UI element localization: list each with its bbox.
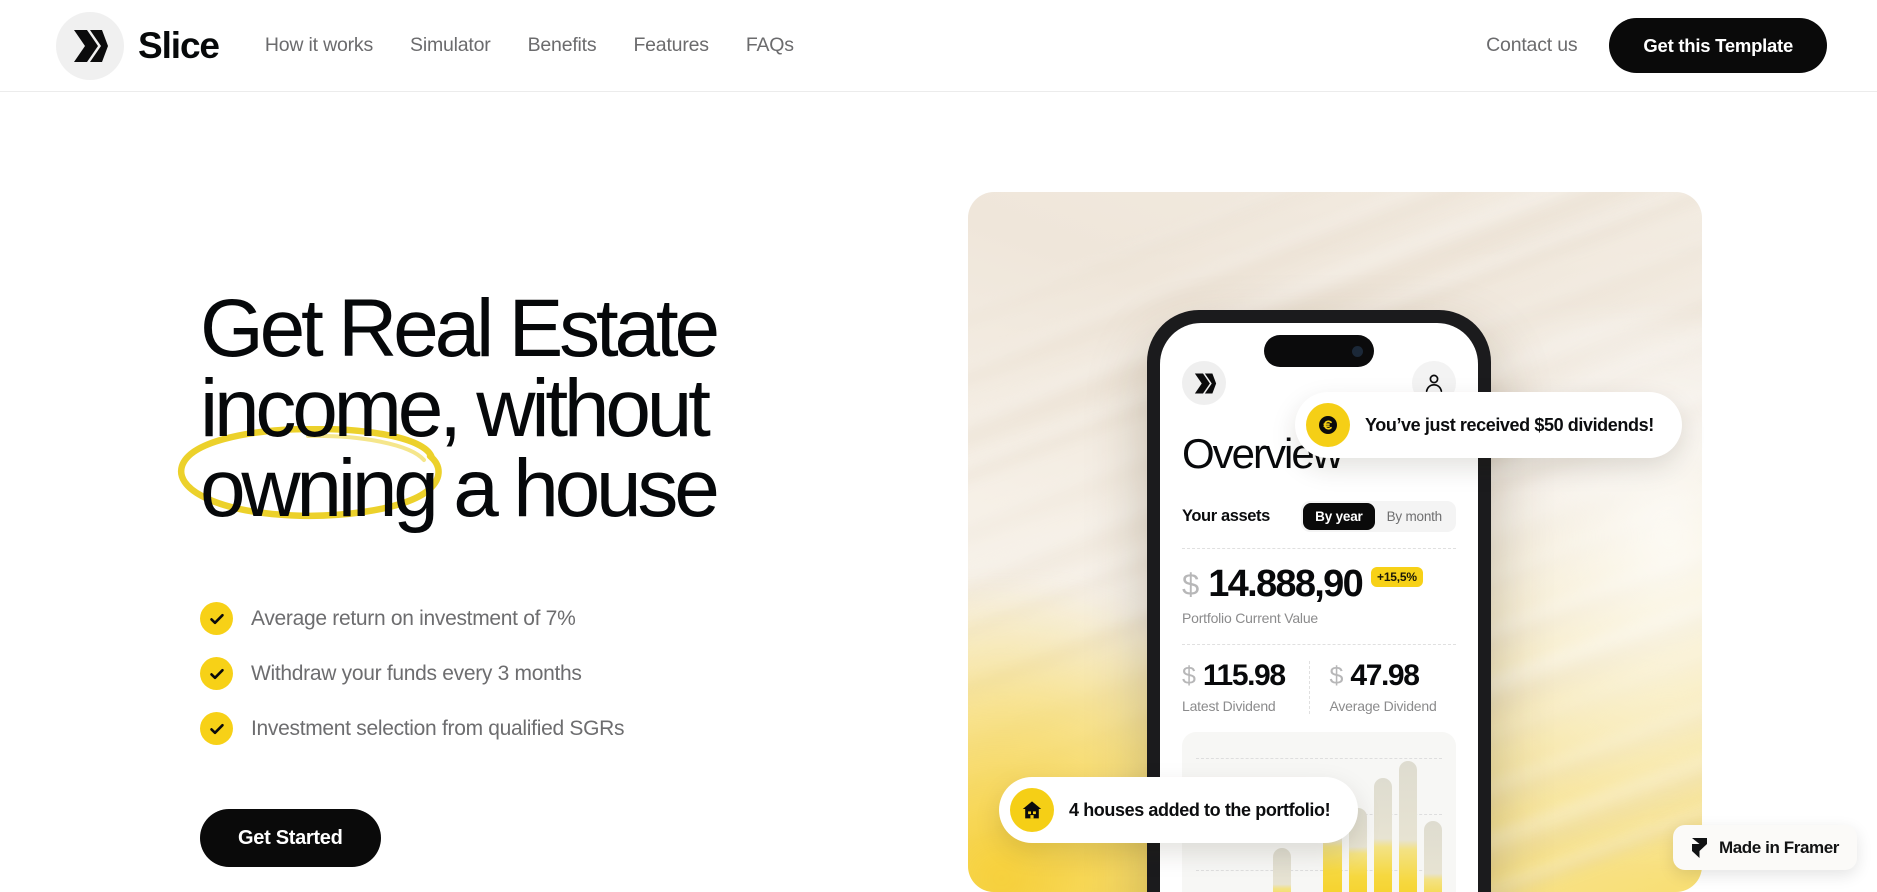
portfolio-value: 14.888,90 bbox=[1208, 563, 1363, 605]
feature-label: Withdraw your funds every 3 months bbox=[251, 661, 582, 685]
nav-link-benefits[interactable]: Benefits bbox=[528, 34, 597, 57]
house-icon bbox=[1010, 788, 1054, 832]
hero-left-column: Get Real Estate income, without owning a… bbox=[177, 288, 920, 867]
stat-value: 47.98 bbox=[1350, 659, 1419, 692]
toggle-by-year[interactable]: By year bbox=[1303, 503, 1375, 530]
range-toggle: By year By month bbox=[1301, 501, 1456, 532]
brand-logo[interactable]: Slice bbox=[56, 11, 220, 80]
framer-logo-icon bbox=[1691, 837, 1708, 858]
headline-line-2: income, without bbox=[177, 368, 920, 519]
chart-bar-fill bbox=[1423, 821, 1442, 892]
stats-row: $ 115.98 Latest Dividend $ 47.98 Average… bbox=[1182, 644, 1456, 714]
feature-label: Investment selection from qualified SGRs bbox=[251, 716, 625, 740]
chart-bar-fill bbox=[1273, 848, 1292, 892]
coin-icon bbox=[1306, 403, 1350, 447]
stat-value: 115.98 bbox=[1202, 659, 1286, 692]
toggle-by-month[interactable]: By month bbox=[1375, 503, 1454, 530]
headline-line-2-text: income, without bbox=[200, 363, 711, 454]
portfolio-value-row: $ 14.888,90 +15,5% bbox=[1182, 565, 1456, 603]
stat-caption: Average Dividend bbox=[1329, 698, 1437, 714]
nav-link-simulator[interactable]: Simulator bbox=[410, 34, 491, 57]
dynamic-island bbox=[1264, 335, 1374, 367]
navbar: Slice How it works Simulator Benefits Fe… bbox=[0, 0, 1877, 92]
chart-bar bbox=[1423, 754, 1442, 892]
your-assets-label: Your assets bbox=[1182, 507, 1270, 525]
nav-link-features[interactable]: Features bbox=[633, 34, 709, 57]
nav-links: How it works Simulator Benefits Features… bbox=[265, 34, 794, 57]
headline-line-1-text: Get Real Estate bbox=[200, 283, 720, 374]
get-started-button[interactable]: Get Started bbox=[200, 809, 381, 867]
toast-text: You’ve just received $50 dividends! bbox=[1365, 414, 1654, 435]
currency-symbol: $ bbox=[1182, 566, 1200, 602]
nav-right-group: Contact us Get this Template bbox=[1486, 18, 1827, 73]
headline-line-1: Get Real Estate bbox=[200, 288, 920, 370]
toast-dividends: You’ve just received $50 dividends! bbox=[1295, 392, 1682, 458]
app-slice-chevron-logo-icon[interactable] bbox=[1182, 361, 1226, 405]
divider bbox=[1182, 548, 1456, 549]
list-item: Investment selection from qualified SGRs bbox=[200, 712, 920, 745]
stat-caption: Latest Dividend bbox=[1182, 698, 1276, 714]
status-badge: +15,5% bbox=[1371, 567, 1423, 587]
nav-link-contact-us[interactable]: Contact us bbox=[1486, 34, 1577, 57]
toast-text: 4 houses added to the portfolio! bbox=[1069, 799, 1331, 820]
nav-link-how-it-works[interactable]: How it works bbox=[265, 34, 373, 57]
nav-link-faqs[interactable]: FAQs bbox=[746, 34, 794, 57]
chart-bar-fill bbox=[1373, 777, 1392, 892]
get-this-template-button[interactable]: Get this Template bbox=[1609, 18, 1827, 73]
made-in-framer-badge[interactable]: Made in Framer bbox=[1672, 825, 1857, 870]
chart-bar-fill bbox=[1398, 760, 1417, 892]
headline-line-3: owning a house bbox=[200, 448, 920, 530]
page-root: Slice How it works Simulator Benefits Fe… bbox=[0, 0, 1877, 892]
camera-lens-icon bbox=[1352, 345, 1363, 357]
check-icon bbox=[200, 657, 233, 690]
check-icon bbox=[200, 712, 233, 745]
slice-chevron-logo-icon bbox=[56, 11, 124, 80]
check-icon bbox=[200, 602, 233, 635]
currency-symbol: $ bbox=[1182, 661, 1196, 690]
brand-name: Slice bbox=[138, 25, 220, 66]
chart-bar bbox=[1373, 754, 1392, 892]
chart-bar bbox=[1398, 754, 1417, 892]
list-item: Withdraw your funds every 3 months bbox=[200, 657, 920, 690]
feature-label: Average return on investment of 7% bbox=[251, 606, 576, 630]
stat-latest-dividend: $ 115.98 Latest Dividend bbox=[1182, 659, 1309, 715]
assets-header-row: Your assets By year By month bbox=[1182, 501, 1456, 532]
feature-list: Average return on investment of 7% Withd… bbox=[200, 602, 920, 745]
portfolio-caption: Portfolio Current Value bbox=[1182, 610, 1318, 626]
currency-symbol: $ bbox=[1329, 661, 1344, 690]
page-title: Get Real Estate income, without owning a… bbox=[177, 288, 920, 530]
framer-badge-label: Made in Framer bbox=[1718, 837, 1839, 857]
toast-houses: 4 houses added to the portfolio! bbox=[999, 777, 1359, 843]
stat-average-dividend: $ 47.98 Average Dividend bbox=[1308, 659, 1457, 714]
headline-line-3-text: owning a house bbox=[200, 443, 720, 534]
list-item: Average return on investment of 7% bbox=[200, 602, 920, 635]
